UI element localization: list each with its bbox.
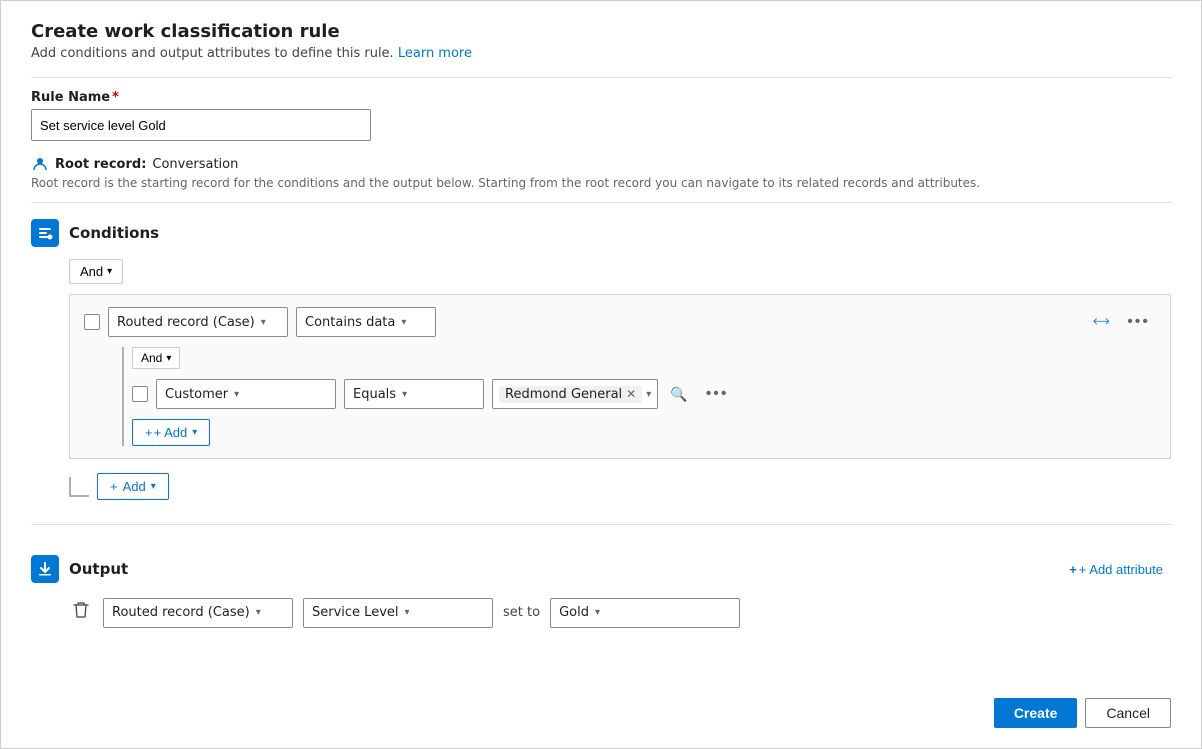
output-attribute-dropdown[interactable]: Service Level ▾	[303, 598, 493, 628]
trash-icon	[73, 606, 89, 623]
conditions-section-icon	[31, 219, 59, 247]
contains-data-dropdown[interactable]: Contains data ▾	[296, 307, 436, 337]
value-tag-container[interactable]: Redmond General ✕ ▾	[492, 379, 658, 409]
output-attribute-chevron-icon: ▾	[405, 607, 410, 618]
output-record-dropdown[interactable]: Routed record (Case) ▾	[103, 598, 293, 628]
cancel-button[interactable]: Cancel	[1085, 698, 1171, 728]
page-title: Create work classification rule	[31, 21, 1171, 42]
add-inner-chevron-icon: ▾	[192, 427, 197, 438]
value-tag-chevron-icon[interactable]: ▾	[646, 389, 651, 400]
customer-chevron-icon: ▾	[234, 389, 239, 400]
root-record-value: Conversation	[152, 157, 238, 172]
output-record-chevron-icon: ▾	[256, 607, 261, 618]
learn-more-link[interactable]: Learn more	[398, 46, 472, 61]
output-value-dropdown[interactable]: Gold ▾	[550, 598, 740, 628]
add-outer-button[interactable]: + Add ▾	[97, 473, 169, 500]
page-subtitle: Add conditions and output attributes to …	[31, 46, 1171, 61]
and-operator-inner[interactable]: And ▾	[132, 347, 180, 369]
contains-chevron-icon: ▾	[401, 317, 406, 328]
more-options-button-2[interactable]: •••	[700, 381, 735, 407]
root-record-icon	[31, 155, 49, 173]
value-tag: Redmond General ✕	[499, 386, 642, 403]
equals-operator-dropdown[interactable]: Equals ▾	[344, 379, 484, 409]
output-section-title: Output	[69, 560, 128, 578]
root-record-label: Root record:	[55, 157, 146, 172]
and-operator-top[interactable]: And ▾	[69, 259, 123, 284]
condition-1-checkbox[interactable]	[84, 314, 100, 330]
conditions-section-title: Conditions	[69, 224, 159, 242]
equals-chevron-icon: ▾	[402, 389, 407, 400]
add-attribute-plus-icon: +	[1069, 562, 1077, 577]
output-section-icon	[31, 555, 59, 583]
add-inner-plus-icon: +	[145, 425, 153, 440]
trash-button[interactable]	[69, 597, 93, 628]
set-to-label: set to	[503, 605, 540, 620]
add-outer-chevron-icon: ▾	[151, 481, 156, 492]
remove-tag-icon[interactable]: ✕	[626, 387, 636, 401]
inner-and-chevron-icon: ▾	[166, 353, 171, 364]
create-button[interactable]: Create	[994, 698, 1078, 728]
search-icon: 🔍	[670, 386, 687, 402]
add-inner-button[interactable]: + + Add ▾	[132, 419, 210, 446]
search-button[interactable]: 🔍	[666, 384, 691, 405]
and-chevron-icon: ▾	[107, 266, 112, 277]
root-record-description: Root record is the starting record for t…	[31, 176, 1171, 190]
customer-field-dropdown[interactable]: Customer ▾	[156, 379, 336, 409]
routed-record-dropdown[interactable]: Routed record (Case) ▾	[108, 307, 288, 337]
rule-name-input[interactable]	[31, 109, 371, 141]
rule-name-label: Rule Name*	[31, 90, 1171, 105]
more-options-button-1[interactable]: •••	[1121, 309, 1156, 335]
add-attribute-button[interactable]: + + Add attribute	[1061, 558, 1171, 581]
collapse-button[interactable]: ⤢	[1088, 309, 1113, 335]
output-value-chevron-icon: ▾	[595, 607, 600, 618]
add-outer-plus-icon: +	[110, 479, 118, 494]
collapse-icon: ⤢	[1090, 311, 1112, 333]
condition-2-checkbox[interactable]	[132, 386, 148, 402]
routed-chevron-icon: ▾	[261, 317, 266, 328]
